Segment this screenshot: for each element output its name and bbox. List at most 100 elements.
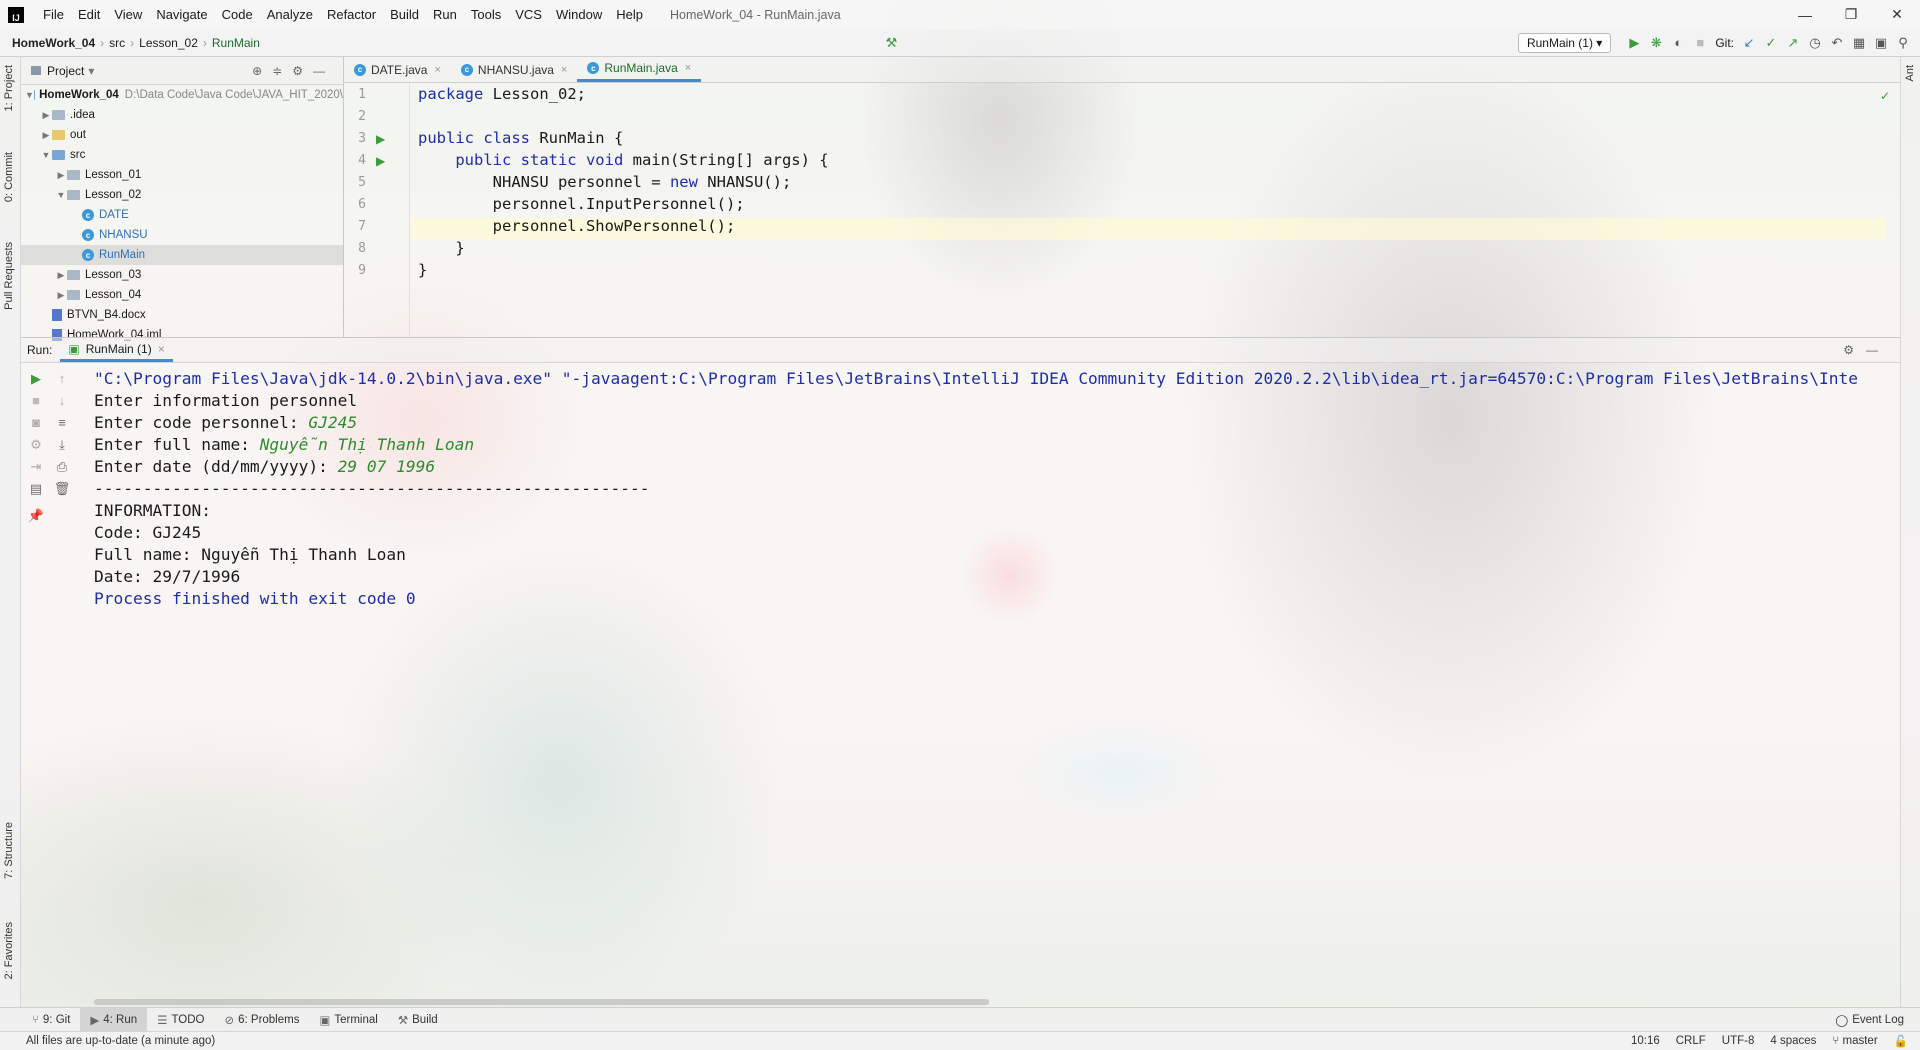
tree-item[interactable]: ▼ Lesson_02 <box>21 185 343 205</box>
menu-edit[interactable]: Edit <box>71 7 107 22</box>
menu-refactor[interactable]: Refactor <box>320 7 383 22</box>
menu-window[interactable]: Window <box>549 7 609 22</box>
minimize-icon[interactable]: — <box>1782 0 1828 29</box>
project-view-select[interactable]: Project <box>47 64 84 78</box>
tab-favorites[interactable]: 2: Favorites <box>3 922 15 979</box>
console-output[interactable]: "C:\Program Files\Java\jdk-14.0.2\bin\ja… <box>94 363 1900 1003</box>
chevron-right-icon[interactable]: ▶ <box>55 290 67 301</box>
editor-tab[interactable]: c DATE.java × <box>344 57 451 82</box>
close-icon[interactable]: ✕ <box>1874 0 1920 29</box>
chevron-down-icon[interactable]: ▼ <box>25 90 34 100</box>
editor-tab[interactable]: c RunMain.java × <box>577 57 702 82</box>
run-config-select[interactable]: RunMain (1) ▾ <box>1517 32 1612 53</box>
tool-window-build[interactable]: ⚒ Build <box>388 1013 448 1027</box>
tool-window-run[interactable]: ▶ 4: Run <box>80 1008 148 1031</box>
scroll-to-end-icon[interactable]: ⤓ <box>53 437 71 453</box>
tab-pull-requests[interactable]: Pull Requests <box>3 242 15 310</box>
run-tab[interactable]: ▣ RunMain (1) × <box>60 338 173 362</box>
stop-icon[interactable]: ■ <box>27 393 45 408</box>
panel-toolbar-icons[interactable]: ⊕≑⚙— <box>252 64 343 78</box>
menu-navigate[interactable]: Navigate <box>149 7 214 22</box>
chevron-right-icon[interactable]: ▶ <box>40 130 52 141</box>
trash-icon[interactable]: 🗑 <box>53 481 71 497</box>
tool-window-terminal[interactable]: ▣ Terminal <box>309 1013 387 1027</box>
close-tab-icon[interactable]: × <box>158 342 165 356</box>
breadcrumb-src[interactable]: src <box>104 36 130 50</box>
tree-item[interactable]: ▶ Lesson_03 <box>21 265 343 285</box>
chevron-down-icon[interactable]: ▼ <box>55 190 67 200</box>
layout-icon[interactable]: ▣ <box>1870 35 1892 51</box>
git-branch[interactable]: ⑂ master <box>1824 1035 1885 1047</box>
tab-structure[interactable]: 7: Structure <box>3 822 15 879</box>
rollback-icon[interactable]: ↶ <box>1826 35 1848 51</box>
line-separator[interactable]: CRLF <box>1668 1035 1714 1047</box>
menu-help[interactable]: Help <box>609 7 650 22</box>
editor-tab[interactable]: c NHANSU.java × <box>451 57 577 82</box>
settings-icon[interactable]: ⚙ <box>27 437 45 453</box>
horizontal-scrollbar[interactable] <box>94 999 989 1005</box>
menu-view[interactable]: View <box>107 7 149 22</box>
breadcrumb-project[interactable]: HomeWork_04 <box>0 36 100 50</box>
tool-window-problems[interactable]: ⊘ 6: Problems <box>214 1013 309 1027</box>
menu-file[interactable]: File <box>36 7 71 22</box>
status-message[interactable]: All files are up-to-date (a minute ago) <box>0 1035 223 1047</box>
indent-setting[interactable]: 4 spaces <box>1762 1035 1824 1047</box>
tree-item[interactable]: ▶ .idea <box>21 105 343 125</box>
debug-icon[interactable]: ❋ <box>1645 35 1667 51</box>
camera-icon[interactable]: ◙ <box>27 415 45 430</box>
breadcrumb-package[interactable]: Lesson_02 <box>134 36 203 50</box>
rerun-icon[interactable]: ▶ <box>27 371 45 387</box>
breadcrumb-class[interactable]: RunMain <box>207 36 265 50</box>
event-log-button[interactable]: ◯ Event Log <box>1825 1013 1920 1027</box>
pin-icon[interactable]: 📌 <box>27 508 45 524</box>
chevron-right-icon[interactable]: ▶ <box>55 170 67 181</box>
chevron-right-icon[interactable]: ▶ <box>40 110 52 121</box>
tree-item[interactable]: BTVN_B4.docx <box>21 305 343 325</box>
tool-window-todo[interactable]: ☰ TODO <box>147 1013 214 1027</box>
git-commit-icon[interactable]: ✓ <box>1760 35 1782 51</box>
git-update-icon[interactable]: ↙ <box>1738 35 1760 51</box>
close-tab-icon[interactable]: × <box>561 64 567 76</box>
tree-item[interactable]: c NHANSU <box>21 225 343 245</box>
file-encoding[interactable]: UTF-8 <box>1714 1035 1763 1047</box>
tree-item[interactable]: c RunMain <box>21 245 343 265</box>
history-icon[interactable]: ◷ <box>1804 35 1826 51</box>
project-structure-icon[interactable]: ▦ <box>1848 35 1870 51</box>
scroll-up-icon[interactable]: ↑ <box>53 371 71 386</box>
tree-item[interactable]: c DATE <box>21 205 343 225</box>
coverage-icon[interactable]: ◐ <box>1667 35 1689 50</box>
soft-wrap-icon[interactable]: ≡ <box>53 415 71 430</box>
menu-build[interactable]: Build <box>383 7 426 22</box>
close-tab-icon[interactable]: × <box>685 62 691 74</box>
tree-item[interactable]: ▶ out <box>21 125 343 145</box>
code-editor[interactable]: 1 package Lesson_02; 2 3 ▶ public class RunMa… <box>344 83 1900 337</box>
menu-tools[interactable]: Tools <box>464 7 508 22</box>
print-icon[interactable]: ⎙ <box>53 459 71 475</box>
chevron-down-icon[interactable]: ▾ <box>88 64 94 78</box>
run-panel-settings-icons[interactable]: ⚙— <box>1843 343 1900 357</box>
maximize-icon[interactable]: ❐ <box>1828 0 1874 29</box>
tree-item[interactable]: ▶ Lesson_04 <box>21 285 343 305</box>
menu-vcs[interactable]: VCS <box>508 7 549 22</box>
tree-item[interactable]: ▶ Lesson_01 <box>21 165 343 185</box>
inspection-ok-icon[interactable]: ✓ <box>1880 89 1890 103</box>
gutter-run-icon[interactable]: ▶ <box>376 154 385 168</box>
caret-position[interactable]: 10:16 <box>1623 1035 1668 1047</box>
search-icon[interactable]: ⚲ <box>1892 35 1914 51</box>
exit-icon[interactable]: ⇥ <box>27 459 45 475</box>
tool-window-git[interactable]: ⑂ 9: Git <box>22 1014 80 1026</box>
gutter-run-icon[interactable]: ▶ <box>376 132 385 146</box>
menu-code[interactable]: Code <box>215 7 260 22</box>
lock-icon[interactable]: 🔓 <box>1886 1034 1920 1048</box>
git-push-icon[interactable]: ↗ <box>1782 35 1804 51</box>
close-tab-icon[interactable]: × <box>434 64 440 76</box>
menu-run[interactable]: Run <box>426 7 464 22</box>
build-hammer-icon[interactable]: ⚒ <box>880 35 902 51</box>
tab-project[interactable]: 1: Project <box>3 65 15 111</box>
scroll-down-icon[interactable]: ↓ <box>53 393 71 408</box>
tree-item[interactable]: ▼ src <box>21 145 343 165</box>
tree-item[interactable]: ▼ HomeWork_04 D:\Data Code\Java Code\JAVA_… <box>21 85 343 105</box>
menu-analyze[interactable]: Analyze <box>260 7 320 22</box>
run-icon[interactable]: ▶ <box>1623 35 1645 51</box>
tab-commit[interactable]: 0: Commit <box>3 152 15 202</box>
